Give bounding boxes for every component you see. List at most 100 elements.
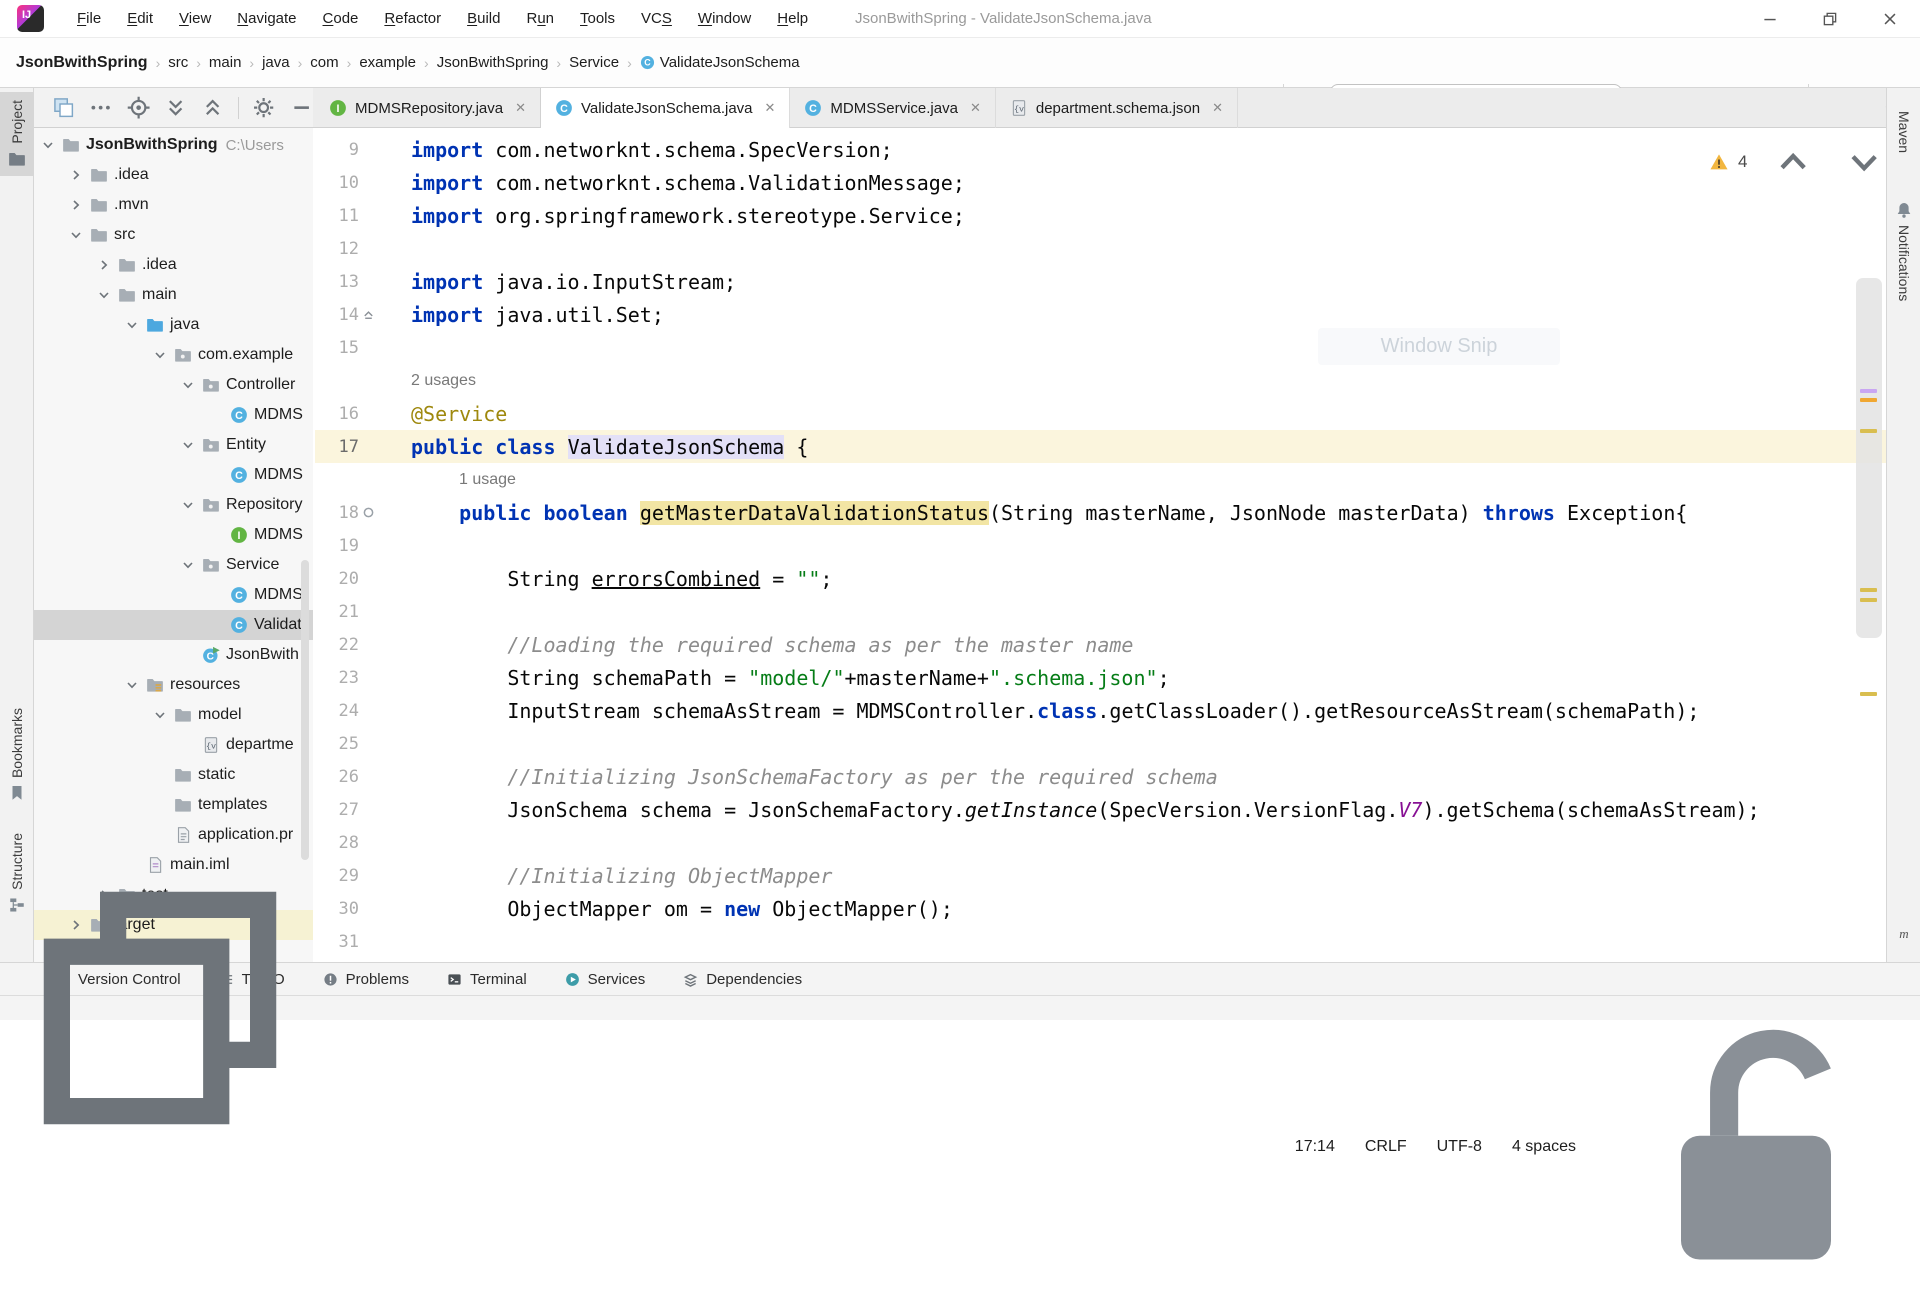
menu-build[interactable]: Build [456,3,511,34]
error-stripe-mark[interactable] [1860,429,1877,433]
menu-view[interactable]: View [168,3,222,34]
chevron-down-icon[interactable] [180,377,196,393]
stripe-maven[interactable]: Maven [1887,105,1920,159]
tree-item-mdms[interactable]: CMDMS [34,580,313,610]
tree-item-service[interactable]: Service [34,550,313,580]
chevron-right-icon[interactable] [68,197,84,213]
menu-help[interactable]: Help [766,3,819,34]
usage-inlay-hint[interactable]: 1 usage [315,463,1886,496]
toolwindow-dependencies[interactable]: Dependencies [683,971,802,988]
tree-item-repository[interactable]: Repository [34,490,313,520]
status-crlf[interactable]: CRLF [1365,1138,1407,1156]
breadcrumb-item-main[interactable]: main [207,54,244,71]
toolwindow-services[interactable]: Services [565,971,646,988]
tree-item-validat[interactable]: CValidat [34,610,313,640]
tree-item-application-pr[interactable]: application.pr [34,820,313,850]
chevron-down-icon[interactable] [124,677,140,693]
toolwindow-switcher-button[interactable] [10,858,310,1158]
chevron-down-icon[interactable] [152,707,168,723]
tree-item-resources[interactable]: resources [34,670,313,700]
error-stripe-mark[interactable] [1860,389,1877,393]
status-utf-8[interactable]: UTF-8 [1437,1138,1482,1156]
tree-item-idea[interactable]: .idea [34,250,313,280]
menu-vcs[interactable]: VCS [630,3,683,34]
menu-run[interactable]: Run [515,3,565,34]
menu-window[interactable]: Window [687,3,762,34]
tree-item-com-example[interactable]: com.example [34,340,313,370]
error-stripe-mark[interactable] [1860,398,1877,402]
chevron-right-icon[interactable] [68,167,84,183]
chevron-down-icon[interactable] [40,137,56,153]
tree-item-jsonbwithspring[interactable]: JsonBwithSpringC:\Users [34,130,313,160]
menu-refactor[interactable]: Refactor [373,3,452,34]
breadcrumb-item-jsonbwithspring[interactable]: JsonBwithSpring [14,54,150,72]
code-editor[interactable]: 9import com.networknt.schema.SpecVersion… [315,128,1886,962]
tree-item-mdms[interactable]: CMDMS [34,400,313,430]
tree-item-java[interactable]: java [34,310,313,340]
minimize-button[interactable] [1740,0,1800,38]
chevron-down-icon[interactable] [152,347,168,363]
tree-scrollbar[interactable] [301,560,309,860]
tab-mdmsrepository-java[interactable]: IMDMSRepository.java✕ [315,88,541,128]
prev-warning-button[interactable] [1771,140,1815,184]
tree-item-idea[interactable]: .idea [34,160,313,190]
stripe-bookmarks[interactable]: Bookmarks [0,700,34,810]
tree-item-main[interactable]: main [34,280,313,310]
status-17-14[interactable]: 17:14 [1295,1138,1335,1156]
tree-item-static[interactable]: static [34,760,313,790]
status-4-spaces[interactable]: 4 spaces [1512,1138,1576,1156]
menu-code[interactable]: Code [312,3,370,34]
tab-validatejsonschema-java[interactable]: CValidateJsonSchema.java✕ [540,88,790,128]
breadcrumb-item-com[interactable]: com [308,54,340,71]
chevron-down-icon[interactable] [124,317,140,333]
close-button[interactable] [1860,0,1920,38]
tree-item-mvn[interactable]: .mvn [34,190,313,220]
usage-inlay-hint[interactable]: 2 usages [315,364,1886,397]
collapseAll-button[interactable] [201,96,224,119]
more-button[interactable] [89,96,112,119]
chevron-down-icon[interactable] [180,437,196,453]
gutter-fold-icon[interactable] [359,307,377,322]
menu-tools[interactable]: Tools [569,3,626,34]
expandAll-button[interactable] [164,96,187,119]
tree-item-mdms[interactable]: CMDMS [34,460,313,490]
inspection-widget[interactable]: 4 [1710,140,1886,184]
error-stripe-mark[interactable] [1860,692,1877,696]
opened-button[interactable] [52,96,75,119]
gear-button[interactable] [252,96,275,119]
tab-close-icon[interactable]: ✕ [970,100,981,116]
chevron-down-icon[interactable] [68,227,84,243]
error-stripe-mark[interactable] [1860,588,1877,592]
tab-department-schema-json[interactable]: {vdepartment.schema.json✕ [996,88,1238,128]
tab-mdmsservice-java[interactable]: CMDMSService.java✕ [790,88,995,128]
stripe-notifications[interactable]: Notifications [1887,195,1920,307]
chevron-down-icon[interactable] [180,497,196,513]
menu-navigate[interactable]: Navigate [226,3,307,34]
error-stripe-mark[interactable] [1860,598,1877,602]
breadcrumb-item-java[interactable]: java [260,54,292,71]
breadcrumb-item-src[interactable]: src [166,54,190,71]
breadcrumb-item-service[interactable]: Service [567,54,621,71]
restore-button[interactable] [1800,0,1860,38]
tab-close-icon[interactable]: ✕ [515,100,526,116]
tree-item-departme[interactable]: {vdepartme [34,730,313,760]
menu-file[interactable]: File [66,3,112,34]
tab-close-icon[interactable]: ✕ [1212,100,1223,116]
breadcrumb-item-validatejsonschema[interactable]: CValidateJsonSchema [638,54,802,71]
lock-icon[interactable] [1606,997,1906,1297]
chevron-down-icon[interactable] [96,287,112,303]
tree-item-entity[interactable]: Entity [34,430,313,460]
chevron-right-icon[interactable] [96,257,112,273]
next-warning-button[interactable] [1842,140,1886,184]
chevron-down-icon[interactable] [180,557,196,573]
toolwindow-terminal[interactable]: Terminal [447,971,527,988]
tab-close-icon[interactable]: ✕ [765,100,776,116]
tree-item-templates[interactable]: templates [34,790,313,820]
tree-item-mdms[interactable]: IMDMS [34,520,313,550]
locate-button[interactable] [127,96,150,119]
menu-edit[interactable]: Edit [116,3,164,34]
tree-item-src[interactable]: src [34,220,313,250]
breadcrumb-item-example[interactable]: example [357,54,418,71]
stripe-m[interactable]: m [1887,920,1920,948]
stripe-project[interactable]: Project [0,92,34,176]
